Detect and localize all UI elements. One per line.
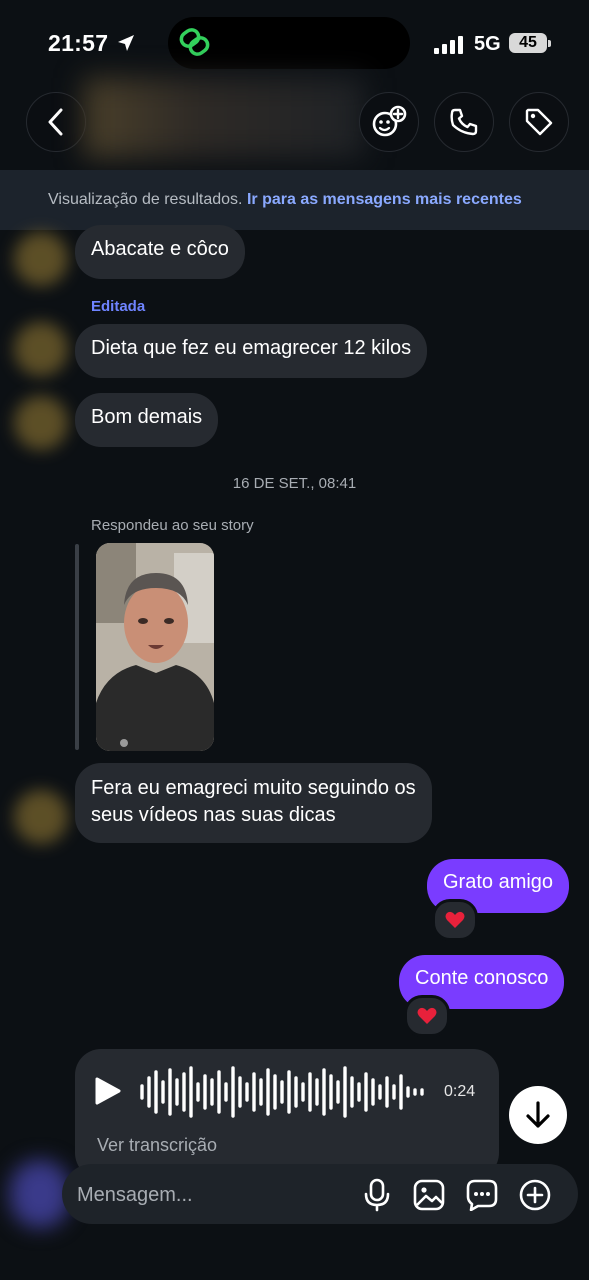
banner-text: Visualização de resultados.: [48, 191, 243, 208]
message-bubble[interactable]: Fera eu emagreci muito seguindo os seus …: [75, 763, 432, 843]
gallery-icon[interactable]: [413, 1179, 445, 1211]
play-icon[interactable]: [94, 1076, 122, 1106]
message-bubble[interactable]: Abacate e côco: [75, 225, 245, 279]
add-circle-icon[interactable]: [519, 1179, 551, 1211]
sticker-message-icon[interactable]: [466, 1179, 498, 1211]
story-reply-label: Respondeu ao seu story: [91, 517, 254, 534]
avatar[interactable]: [14, 396, 68, 450]
message-bubble[interactable]: Bom demais: [75, 393, 219, 447]
story-thumbnail[interactable]: [96, 543, 214, 751]
heart-icon: [445, 911, 465, 928]
message-line: Fera eu emagreci muito seguindo os: [91, 777, 416, 799]
audio-duration: 0:24: [444, 1083, 476, 1100]
add-people-button[interactable]: [359, 92, 419, 152]
avatar[interactable]: [10, 1160, 70, 1228]
story-reply-bar: [75, 544, 79, 750]
signal-icon: [434, 36, 463, 54]
avatar[interactable]: [14, 232, 68, 286]
status-time: 21:57: [48, 30, 109, 56]
chevron-left-icon: [48, 108, 63, 136]
contact-name-blurred[interactable]: [84, 78, 364, 158]
scroll-to-bottom-button[interactable]: [509, 1086, 567, 1144]
arrow-down-icon: [526, 1101, 550, 1128]
message-line: seus vídeos nas suas dicas: [91, 804, 336, 826]
story-image: [96, 543, 214, 751]
message-input[interactable]: [75, 1176, 339, 1214]
avatar[interactable]: [14, 322, 68, 376]
tag-icon: [525, 108, 553, 136]
battery-tip: [548, 40, 551, 47]
link-activity-icon: [179, 28, 210, 56]
view-transcript-link[interactable]: Ver transcrição: [97, 1135, 217, 1156]
timestamp-divider: 16 DE SET., 08:41: [232, 475, 357, 492]
waveform[interactable]: [138, 1066, 428, 1118]
edited-label: Editada: [91, 298, 146, 315]
heart-icon: [417, 1007, 437, 1024]
call-button[interactable]: [434, 92, 494, 152]
banner-text-line: Visualização de resultados. Ir para as m…: [48, 191, 522, 209]
jump-to-recent-link[interactable]: Ir para as mensagens mais recentes: [247, 191, 522, 208]
phone-icon: [450, 108, 478, 136]
location-arrow-icon: [118, 35, 134, 51]
heart-reaction[interactable]: [404, 995, 450, 1037]
network-type: 5G: [474, 33, 501, 55]
add-people-icon: [372, 105, 407, 137]
heart-reaction[interactable]: [432, 899, 478, 941]
microphone-icon[interactable]: [364, 1178, 390, 1212]
battery-indicator: 45: [509, 33, 547, 53]
avatar[interactable]: [14, 790, 68, 844]
message-bubble[interactable]: Dieta que fez eu emagrecer 12 kilos: [75, 324, 428, 378]
back-button[interactable]: [26, 92, 86, 152]
tag-button[interactable]: [509, 92, 569, 152]
